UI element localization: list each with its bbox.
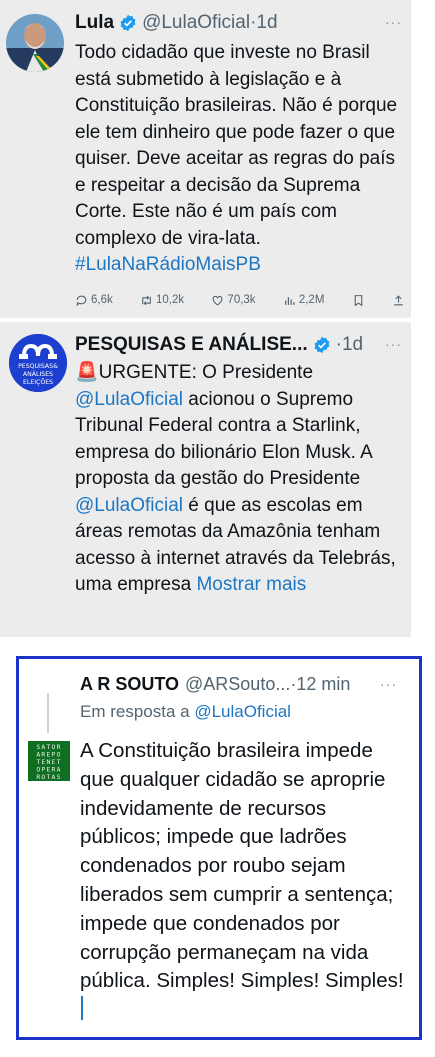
pesquisas-logo-icon: PESQUISAS& ANÁLISES ELEIÇÕES <box>9 334 67 392</box>
verified-badge-icon <box>314 336 330 354</box>
verified-badge-icon <box>120 14 136 32</box>
avatar-line-3: ELEIÇÕES <box>23 377 53 386</box>
mention-link[interactable]: @LulaOficial <box>75 495 183 516</box>
hashtag-link[interactable]: #LulaNaRádioMaisPB <box>75 254 261 275</box>
tweet-text-part-1: URGENTE: O Presidente <box>98 362 314 383</box>
share-button[interactable] <box>392 294 405 307</box>
tweet-body-text: Todo cidadão que investe no Brasil está … <box>75 42 398 249</box>
more-options-icon[interactable]: ··· <box>385 336 402 352</box>
retweet-button[interactable]: 10,2k <box>140 294 184 307</box>
siren-emoji: 🚨 <box>75 362 99 383</box>
author-name[interactable]: PESQUISAS E ANÁLISE... <box>75 334 308 356</box>
replying-to: Em resposta a @LulaOficial <box>80 702 291 722</box>
replying-to-handle[interactable]: @LulaOficial <box>194 702 291 721</box>
more-options-icon[interactable]: ··· <box>380 676 397 692</box>
reply-header: A R SOUTO @ARSouto... · 12 min <box>80 669 405 699</box>
author-handle[interactable]: @LulaOficial <box>142 12 250 34</box>
action-bar: 6,6k 10,2k 70,3k 2,2M <box>75 289 405 311</box>
retweet-icon <box>142 295 151 305</box>
more-options-icon[interactable]: ··· <box>385 14 402 30</box>
timestamp[interactable]: 1d <box>256 12 277 34</box>
like-button[interactable]: 70,3k <box>211 294 256 307</box>
bookmark-button[interactable] <box>352 294 365 307</box>
tweet-pesquisas[interactable]: PESQUISAS& ANÁLISES ELEIÇÕES PESQUISAS E… <box>0 322 411 637</box>
avatar-line-1: PESQUISAS& <box>18 363 58 370</box>
sator-row: ROTAS <box>36 773 61 781</box>
reply-timestamp[interactable]: 12 min <box>296 674 350 695</box>
share-icon <box>394 294 403 305</box>
reply-author-handle[interactable]: @ARSouto... <box>185 674 290 695</box>
thread-line <box>47 693 49 733</box>
avatar-line-2: ANÁLISES <box>23 369 53 378</box>
author-name[interactable]: Lula <box>75 12 114 34</box>
tweet-header: PESQUISAS E ANÁLISE... · 1d <box>75 330 411 360</box>
avatar-sator-square[interactable]: SATOR AREPO TENET OPERA ROTAS <box>28 741 70 781</box>
show-more-link[interactable]: Mostrar mais <box>196 574 306 595</box>
tweet-text: 🚨URGENTE: O Presidente @LulaOficial acio… <box>75 360 405 599</box>
heart-icon <box>213 295 223 305</box>
reply-author-name[interactable]: A R SOUTO <box>80 674 179 695</box>
like-count: 70,3k <box>227 294 256 306</box>
tweet-text: Todo cidadão que investe no Brasil está … <box>75 40 405 279</box>
views-count: 2,2M <box>298 294 325 306</box>
retweet-count: 10,2k <box>156 294 185 306</box>
tweet-lula[interactable]: Lula @LulaOficial · 1d ··· Todo cidadão … <box>0 0 411 318</box>
replying-to-label: Em resposta a <box>80 702 195 721</box>
reply-text: A Constituição brasileira impede que qua… <box>80 739 404 993</box>
reply-text-input[interactable]: A Constituição brasileira impede que qua… <box>80 737 405 1025</box>
bookmark-icon <box>354 294 362 306</box>
views-button[interactable]: 2,2M <box>283 294 325 307</box>
reply-count: 6,6k <box>91 294 113 306</box>
portrait-icon <box>6 14 64 72</box>
views-icon <box>284 296 295 305</box>
tweet-header: Lula @LulaOficial · 1d <box>75 8 411 38</box>
avatar-pesquisas[interactable]: PESQUISAS& ANÁLISES ELEIÇÕES <box>9 334 67 392</box>
mention-link[interactable]: @LulaOficial <box>75 389 183 410</box>
sator-square-icon: SATOR AREPO TENET OPERA ROTAS <box>28 741 70 781</box>
timestamp[interactable]: 1d <box>342 334 363 356</box>
reply-button[interactable]: 6,6k <box>75 294 113 307</box>
avatar-lula[interactable] <box>6 14 64 72</box>
text-cursor <box>81 996 83 1021</box>
reply-icon <box>76 295 87 306</box>
